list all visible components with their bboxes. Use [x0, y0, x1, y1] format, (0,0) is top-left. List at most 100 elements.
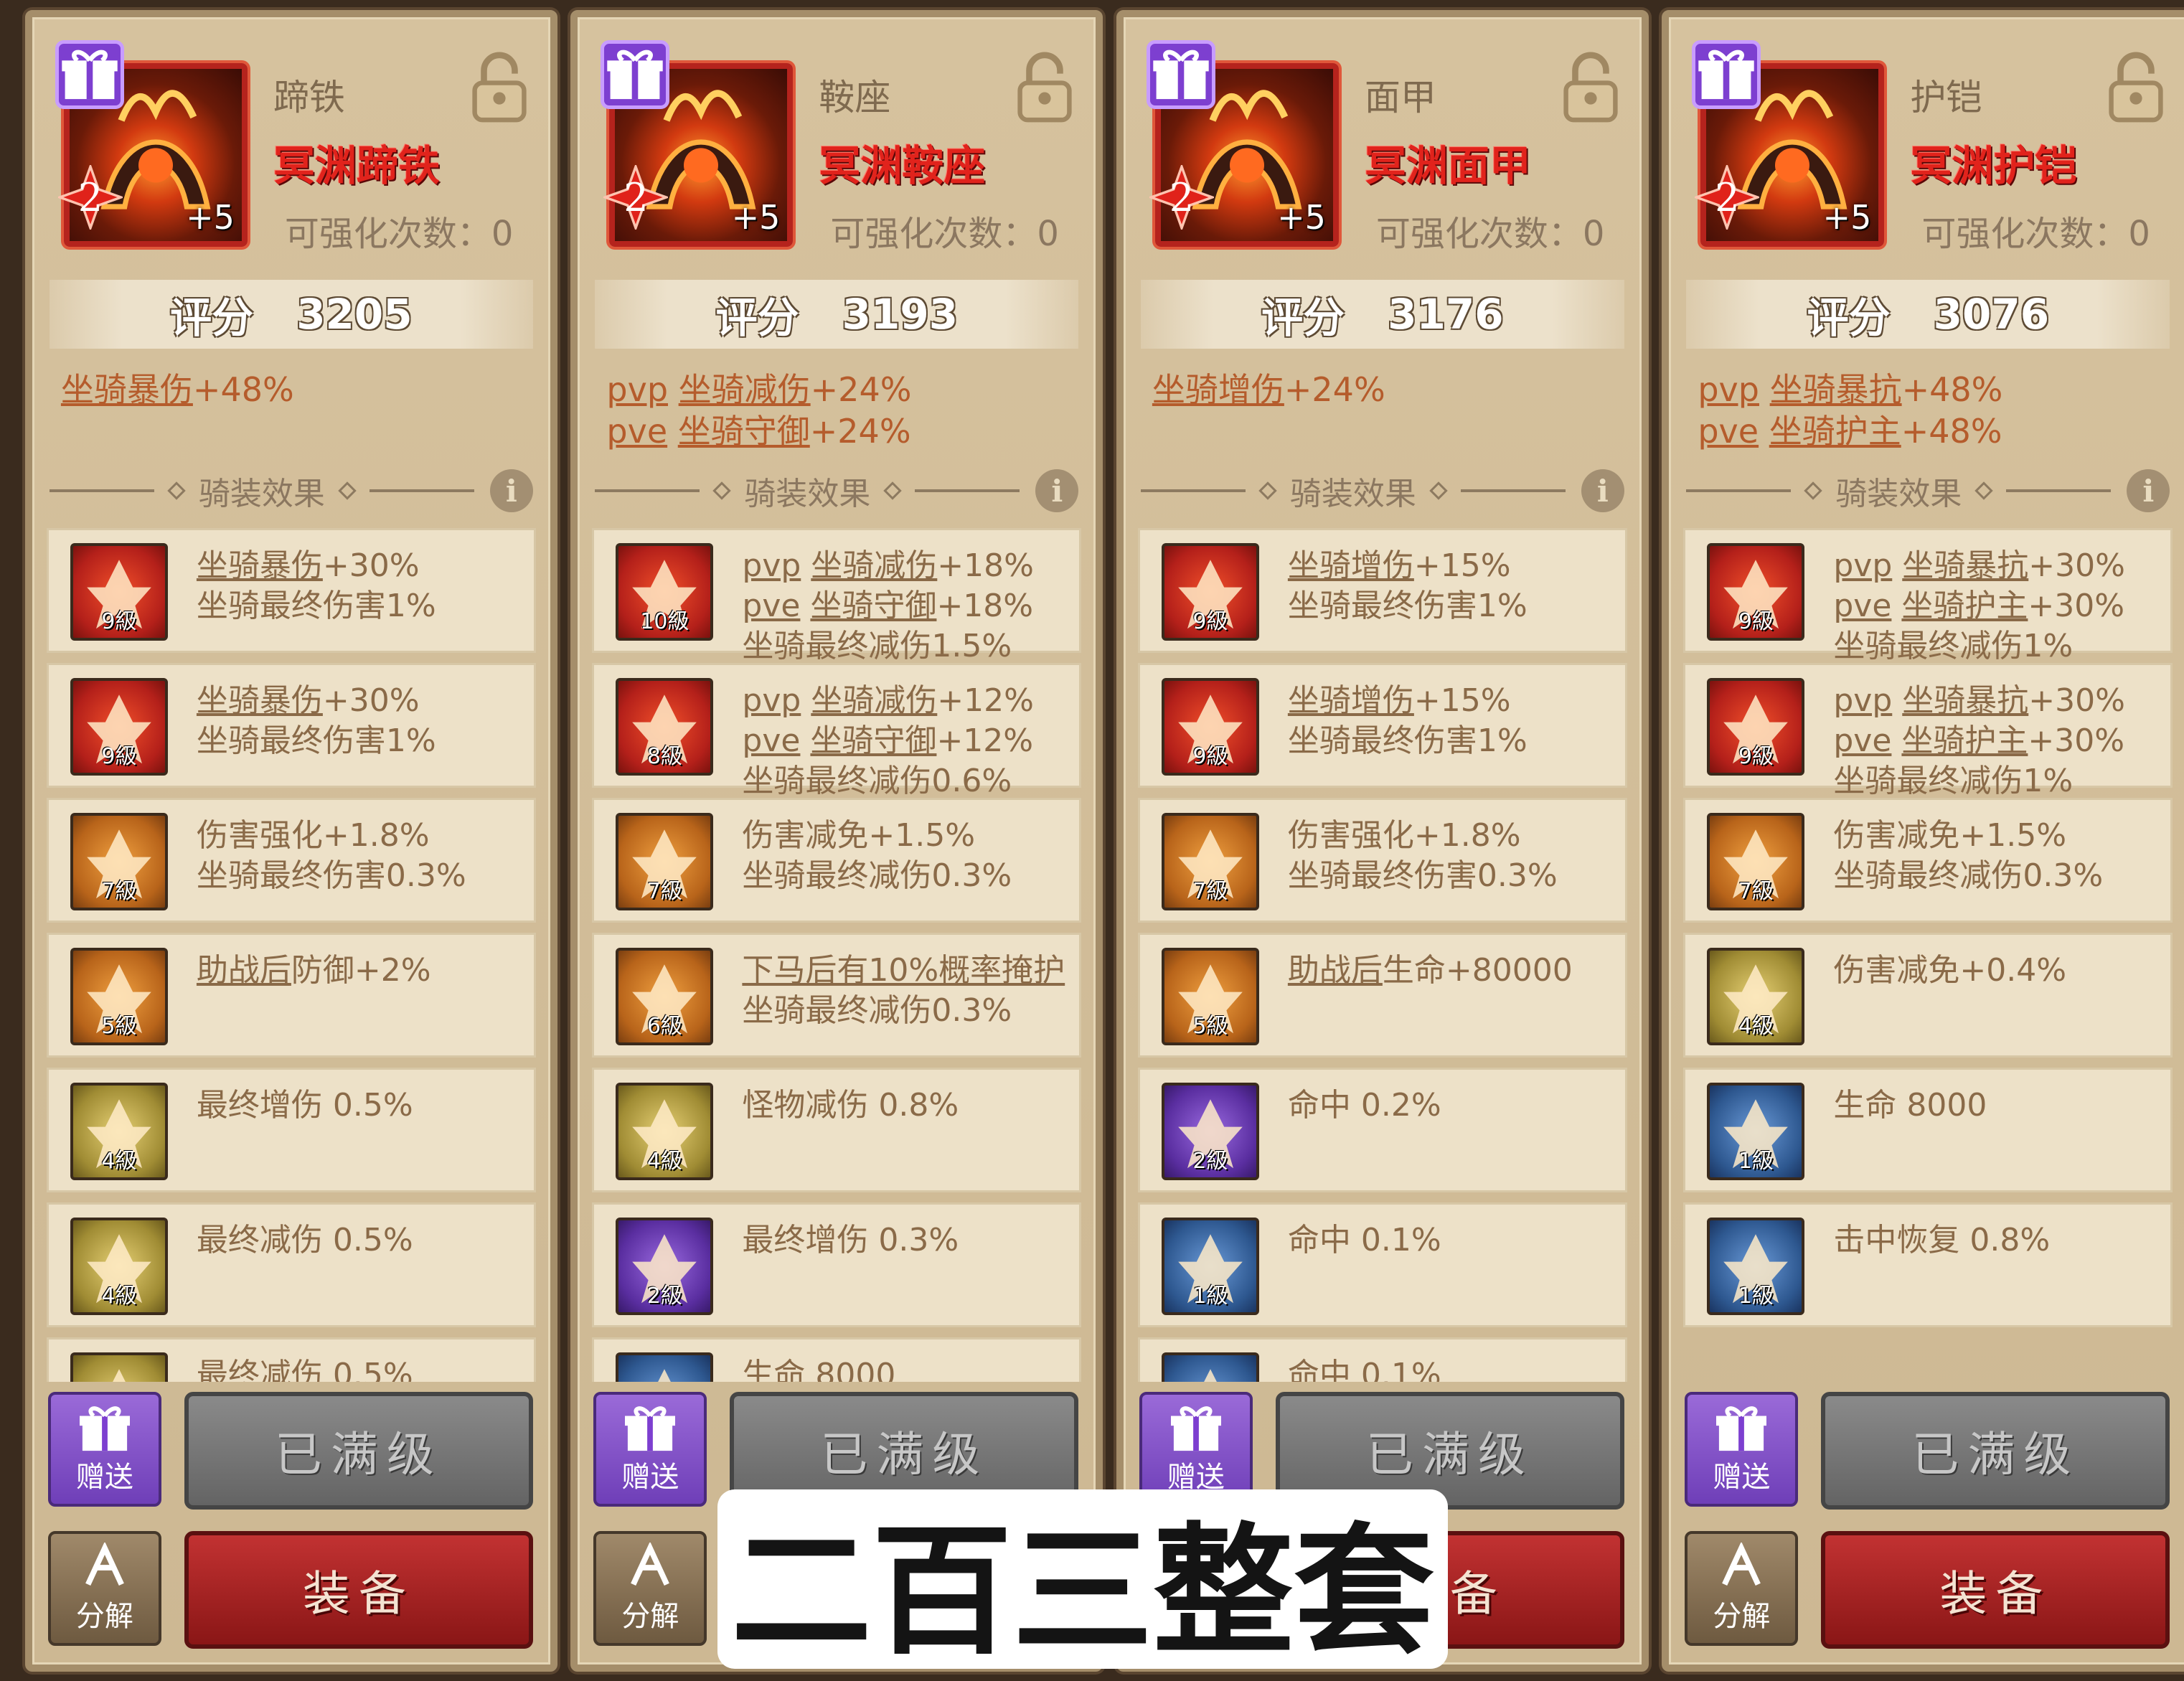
equip-button[interactable]: 装备: [184, 1531, 533, 1649]
main-stat-line: 坐骑暴伤+48%: [61, 369, 294, 410]
max-level-button[interactable]: 已满级: [184, 1392, 533, 1510]
effect-row: 1級 命中 0.1%: [1137, 1337, 1627, 1382]
effect-text: 怪物减伤 0.8%: [742, 1086, 959, 1126]
effect-mode[interactable]: pve: [1833, 722, 1891, 759]
stat-name-link[interactable]: 坐骑增伤: [1152, 370, 1284, 409]
effect-icon[interactable]: 9級: [1707, 543, 1805, 641]
item-icon[interactable]: 2 +5: [55, 40, 248, 247]
effect-link[interactable]: 坐骑守御: [810, 588, 936, 624]
effect-icon[interactable]: 2級: [1161, 1083, 1259, 1180]
lock-icon[interactable]: [1014, 52, 1075, 123]
lock-icon[interactable]: [469, 52, 530, 123]
effect-icon[interactable]: 4級: [1707, 948, 1805, 1045]
effect-icon[interactable]: 1級: [616, 1352, 714, 1382]
effect-line: 坐骑最终伤害1%: [197, 586, 436, 626]
effect-icon[interactable]: 5級: [1161, 948, 1259, 1045]
item-icon[interactable]: 2 +5: [601, 40, 794, 247]
effect-icon[interactable]: 4級: [70, 1218, 168, 1315]
effect-link[interactable]: 助战后: [1288, 952, 1383, 989]
stat-mode[interactable]: pvp: [1698, 370, 1759, 409]
effect-icon[interactable]: 2級: [616, 1218, 714, 1315]
effect-link[interactable]: 坐骑暴伤: [197, 547, 323, 584]
effect-icon[interactable]: 9級: [1161, 678, 1259, 776]
effect-icon[interactable]: 7級: [616, 813, 714, 910]
lock-icon[interactable]: [2105, 52, 2167, 123]
effect-link[interactable]: 坐骑增伤: [1288, 682, 1414, 719]
effect-icon[interactable]: 4級: [616, 1083, 714, 1180]
decompose-button[interactable]: 分解: [593, 1531, 707, 1646]
effect-icon[interactable]: 8級: [616, 678, 714, 776]
effect-link[interactable]: 坐骑暴伤: [197, 682, 323, 719]
effect-link[interactable]: 坐骑暴抗: [1902, 547, 2028, 584]
effect-link[interactable]: 坐骑减伤: [811, 547, 937, 584]
effect-icon[interactable]: 5級: [70, 948, 168, 1045]
gift-button[interactable]: 赠送: [47, 1392, 161, 1507]
stat-name-link[interactable]: 坐骑暴伤: [61, 370, 193, 409]
effect-link[interactable]: 助战后: [197, 952, 291, 989]
star-rank-icon: 2: [57, 165, 123, 230]
effect-link[interactable]: 坐骑护主: [1901, 588, 2028, 624]
effects-divider: 骑装效果 i: [49, 462, 533, 519]
effect-icon[interactable]: 9級: [70, 678, 168, 776]
info-icon[interactable]: i: [2127, 469, 2170, 512]
divider-ornament: [1974, 481, 1994, 500]
divider-ornament: [1429, 481, 1448, 500]
effect-text: 伤害减免+0.4%: [1833, 951, 2066, 991]
effect-icon[interactable]: 3級: [70, 1352, 168, 1382]
effect-link[interactable]: 坐骑暴抗: [1902, 682, 2028, 719]
effect-link[interactable]: 坐骑守御: [810, 722, 936, 759]
effect-icon[interactable]: 1級: [1707, 1083, 1805, 1180]
stat-mode[interactable]: pve: [606, 412, 667, 451]
effect-text: 下马后有10%概率掩护 坐骑最终减伤0.3%: [742, 951, 1065, 1031]
gift-button[interactable]: 赠送: [1685, 1392, 1799, 1507]
effect-row: 9級 坐骑暴伤+30% 坐骑最终伤害1%: [46, 663, 536, 788]
stat-name-link[interactable]: 坐骑暴抗: [1770, 370, 1902, 409]
info-icon[interactable]: i: [1581, 469, 1624, 512]
effect-line: 坐骑暴伤+30%: [197, 546, 436, 586]
effects-list: 9級 pvp 坐骑暴抗+30% pve 坐骑护主+30% 坐骑最终减伤1% 9級 pvp …: [1683, 528, 2173, 1382]
effect-link[interactable]: 坐骑减伤: [811, 682, 937, 719]
gift-button[interactable]: 赠送: [593, 1392, 707, 1507]
effect-icon[interactable]: 10級: [616, 543, 714, 641]
effect-icon[interactable]: 7級: [70, 813, 168, 910]
effect-icon[interactable]: 1級: [1707, 1218, 1805, 1315]
effect-icon[interactable]: 7級: [1707, 813, 1805, 910]
effect-icon[interactable]: 9級: [1707, 678, 1805, 776]
effect-icon[interactable]: 7級: [1161, 813, 1259, 910]
equip-button[interactable]: 装备: [1821, 1531, 2170, 1649]
effect-mode[interactable]: pvp: [1833, 682, 1892, 719]
effect-icon[interactable]: 9級: [70, 543, 168, 641]
effect-line: 坐骑最终伤害1%: [1288, 586, 1528, 626]
effect-icon[interactable]: 6級: [616, 948, 714, 1045]
effect-link[interactable]: 下马后有10%概率掩护: [742, 952, 1065, 989]
item-icon[interactable]: 2 +5: [1146, 40, 1339, 247]
effect-icon[interactable]: 1級: [1161, 1352, 1259, 1382]
effect-mode[interactable]: pve: [742, 722, 800, 759]
info-icon[interactable]: i: [1035, 469, 1079, 512]
effect-link[interactable]: 坐骑护主: [1901, 722, 2028, 759]
decompose-button[interactable]: 分解: [1685, 1531, 1799, 1646]
stat-name-link[interactable]: 坐骑守御: [678, 412, 810, 451]
effect-row: 9級 坐骑增伤+15% 坐骑最终伤害1%: [1137, 528, 1627, 653]
stat-mode[interactable]: pvp: [606, 370, 668, 409]
max-level-button[interactable]: 已满级: [1821, 1392, 2170, 1510]
decompose-button[interactable]: 分解: [47, 1531, 161, 1646]
item-icon[interactable]: 2 +5: [1692, 40, 1885, 247]
effect-link[interactable]: 坐骑增伤: [1288, 547, 1414, 584]
stat-value: +24%: [810, 370, 912, 409]
effect-mode[interactable]: pve: [742, 588, 800, 624]
stat-name-link[interactable]: 坐骑护主: [1769, 412, 1901, 451]
effect-icon[interactable]: 9級: [1161, 543, 1259, 641]
effect-mode[interactable]: pvp: [742, 547, 801, 584]
stat-mode[interactable]: pve: [1698, 412, 1759, 451]
effect-level: 7級: [1192, 879, 1228, 904]
effect-mode[interactable]: pve: [1833, 588, 1891, 624]
effect-icon[interactable]: 4級: [70, 1083, 168, 1180]
stat-name-link[interactable]: 坐骑减伤: [679, 370, 811, 409]
effect-line: 最终减伤 0.5%: [197, 1355, 413, 1382]
effect-icon[interactable]: 1級: [1161, 1218, 1259, 1315]
info-icon[interactable]: i: [489, 469, 533, 512]
lock-icon[interactable]: [1560, 52, 1621, 123]
effect-mode[interactable]: pvp: [742, 682, 801, 719]
effect-mode[interactable]: pvp: [1833, 547, 1892, 584]
